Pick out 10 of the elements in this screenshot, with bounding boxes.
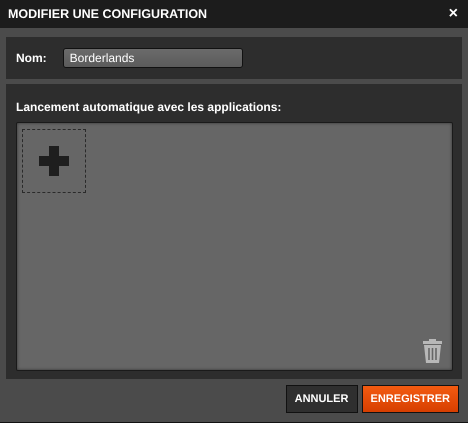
trash-icon[interactable]	[422, 338, 443, 364]
name-field[interactable]: Borderlands	[62, 48, 243, 68]
name-label: Nom:	[16, 51, 47, 65]
applications-label: Lancement automatique avec les applications:	[16, 100, 282, 114]
plus-icon	[38, 145, 70, 177]
window-title: MODIFIER UNE CONFIGURATION	[8, 7, 208, 21]
save-button[interactable]: ENREGISTRER	[362, 385, 459, 413]
cancel-button[interactable]: ANNULER	[286, 385, 358, 413]
add-application-button[interactable]	[22, 129, 86, 193]
close-button[interactable]: ×	[448, 6, 458, 22]
